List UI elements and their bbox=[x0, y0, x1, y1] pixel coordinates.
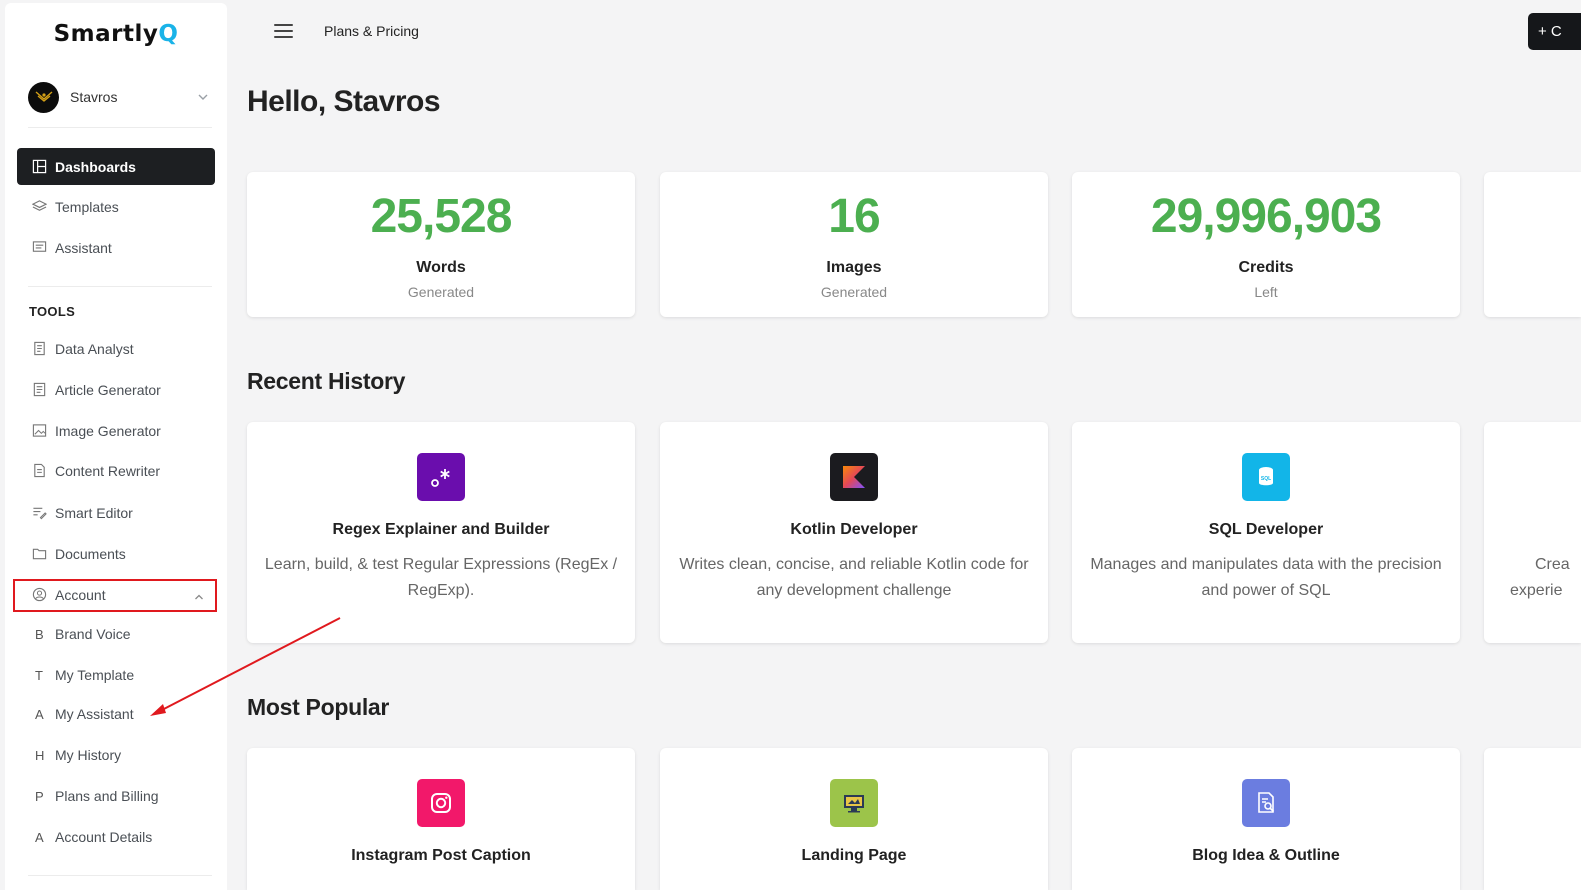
nav-article-generator[interactable]: Article Generator bbox=[17, 371, 215, 408]
nav-image-generator[interactable]: Image Generator bbox=[17, 412, 215, 449]
divider bbox=[28, 875, 212, 876]
user-menu[interactable]: Stavros bbox=[28, 79, 212, 115]
stat-label: Images bbox=[826, 259, 882, 276]
stat-sublabel: Generated bbox=[820, 284, 888, 300]
nav-data-analyst[interactable]: Data Analyst bbox=[17, 330, 215, 367]
card-title: SQL Developer bbox=[1208, 521, 1324, 538]
folder-icon bbox=[31, 546, 47, 562]
sub-item-my-template[interactable]: T My Template bbox=[35, 660, 134, 690]
monitor-icon bbox=[830, 779, 878, 827]
menu-toggle-icon[interactable] bbox=[274, 24, 293, 40]
tools-heading: TOOLS bbox=[29, 304, 76, 319]
stat-card-partial bbox=[1484, 172, 1581, 317]
history-card-partial[interactable]: Crea experie bbox=[1484, 422, 1581, 643]
document-icon bbox=[31, 463, 47, 479]
stat-value: 25,528 bbox=[370, 190, 513, 243]
image-icon bbox=[31, 423, 47, 439]
card-description: Writes clean, concise, and reliable Kotl… bbox=[679, 556, 1029, 599]
svg-text:SQL: SQL bbox=[1261, 476, 1271, 482]
popular-card-instagram[interactable]: Instagram Post Caption bbox=[247, 748, 635, 890]
stat-card-credits: 29,996,903 Credits Left bbox=[1072, 172, 1460, 317]
instagram-icon bbox=[417, 779, 465, 827]
sub-item-account-details[interactable]: A Account Details bbox=[35, 822, 152, 852]
sub-item-plans-billing[interactable]: P Plans and Billing bbox=[35, 781, 159, 811]
new-button[interactable]: + C bbox=[1528, 13, 1581, 50]
card-description: Manages and manipulates data with the pr… bbox=[1090, 556, 1442, 599]
dashboard-icon bbox=[31, 159, 47, 175]
stat-sublabel: Generated bbox=[407, 284, 475, 300]
history-card-kotlin[interactable]: Kotlin Developer Writes clean, concise, … bbox=[660, 422, 1048, 643]
stat-card-words: 25,528 Words Generated bbox=[247, 172, 635, 317]
sidebar: SmartlyQ Stavros Dashboards Templates As… bbox=[5, 3, 227, 890]
nav-smart-editor[interactable]: Smart Editor bbox=[17, 494, 215, 531]
nav-templates[interactable]: Templates bbox=[17, 188, 215, 225]
document-icon bbox=[31, 382, 47, 398]
sub-item-brand-voice[interactable]: B Brand Voice bbox=[35, 619, 131, 649]
card-title: Kotlin Developer bbox=[790, 521, 918, 538]
sql-icon: SQL bbox=[1242, 453, 1290, 501]
account-highlight-box bbox=[13, 579, 217, 612]
avatar-logo-icon bbox=[35, 91, 52, 102]
popular-card-landing-page[interactable]: Landing Page bbox=[660, 748, 1048, 890]
stat-card-images: 16 Images Generated bbox=[660, 172, 1048, 317]
card-title: Regex Explainer and Builder bbox=[332, 521, 550, 538]
sub-item-my-assistant[interactable]: A My Assistant bbox=[35, 699, 134, 729]
card-title: Landing Page bbox=[801, 847, 907, 864]
avatar bbox=[28, 81, 59, 113]
divider bbox=[28, 127, 212, 128]
stat-label: Words bbox=[416, 259, 466, 276]
page-title: Hello, Stavros bbox=[247, 85, 441, 118]
app-logo[interactable]: SmartlyQ bbox=[5, 21, 227, 47]
popular-card-partial[interactable] bbox=[1484, 748, 1581, 890]
user-name: Stavros bbox=[70, 89, 118, 105]
document-search-icon bbox=[1242, 779, 1290, 827]
sub-item-my-history[interactable]: H My History bbox=[35, 740, 121, 770]
chevron-down-icon[interactable] bbox=[196, 90, 210, 104]
topbar-plans-pricing-link[interactable]: Plans & Pricing bbox=[324, 23, 419, 39]
card-description: experie bbox=[1510, 582, 1563, 599]
popular-card-blog-idea[interactable]: Blog Idea & Outline bbox=[1072, 748, 1460, 890]
card-description: Crea bbox=[1535, 556, 1570, 573]
regex-icon bbox=[417, 453, 465, 501]
stat-sublabel: Left bbox=[1254, 284, 1278, 300]
layers-icon bbox=[31, 199, 47, 215]
nav-content-rewriter[interactable]: Content Rewriter bbox=[17, 452, 215, 489]
nav-dashboards[interactable]: Dashboards bbox=[17, 148, 215, 185]
card-title: Instagram Post Caption bbox=[351, 847, 531, 864]
nav-assistant[interactable]: Assistant bbox=[17, 229, 215, 266]
divider bbox=[28, 286, 212, 287]
stat-value: 29,996,903 bbox=[1150, 190, 1382, 243]
document-icon bbox=[31, 341, 47, 357]
edit-icon bbox=[31, 505, 47, 521]
nav-documents[interactable]: Documents bbox=[17, 535, 215, 572]
recent-history-heading: Recent History bbox=[247, 368, 406, 394]
stat-label: Credits bbox=[1238, 259, 1294, 276]
most-popular-heading: Most Popular bbox=[247, 694, 390, 720]
kotlin-icon bbox=[830, 453, 878, 501]
chevron-up-icon[interactable] bbox=[193, 591, 205, 603]
card-title: Blog Idea & Outline bbox=[1192, 847, 1340, 864]
chat-icon bbox=[31, 240, 47, 256]
history-card-sql[interactable]: SQL SQL Developer Manages and manipulate… bbox=[1072, 422, 1460, 643]
history-card-regex[interactable]: Regex Explainer and Builder Learn, build… bbox=[247, 422, 635, 643]
stat-value: 16 bbox=[828, 190, 880, 243]
card-description: Learn, build, & test Regular Expressions… bbox=[264, 556, 618, 599]
